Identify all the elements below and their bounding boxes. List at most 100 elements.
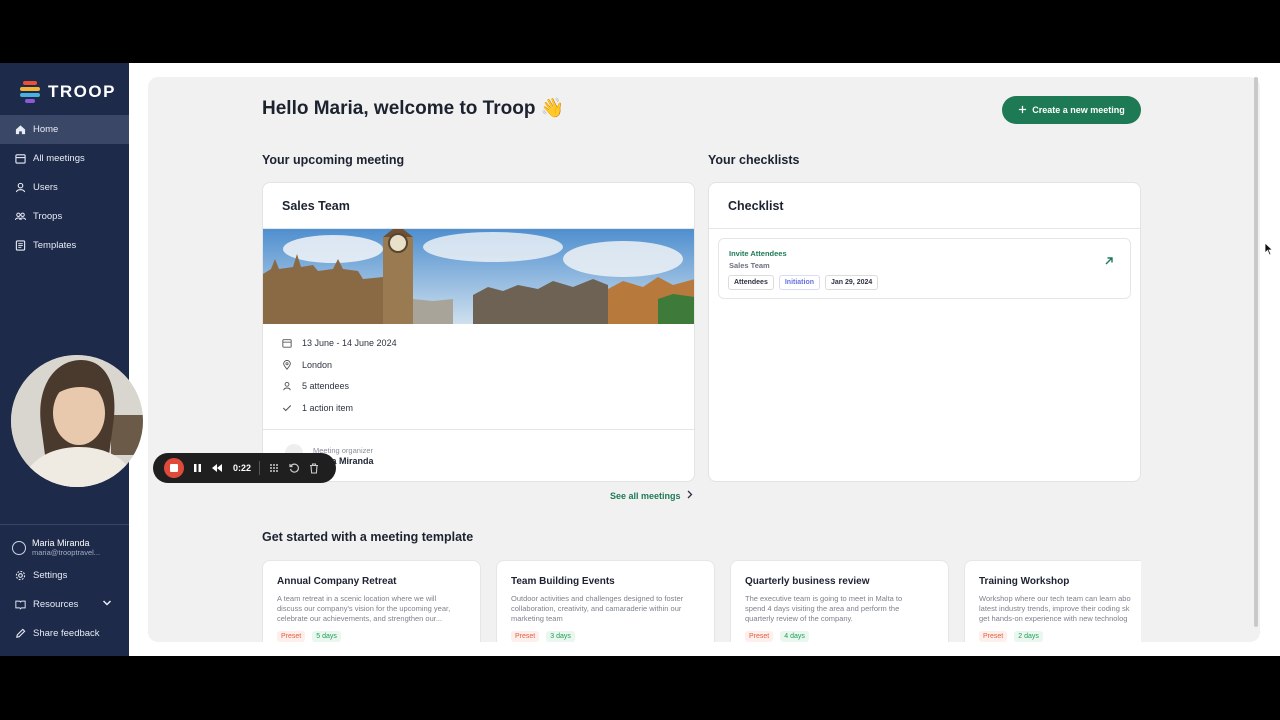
- meeting-action-items-text: 1 action item: [302, 403, 354, 413]
- gear-icon: [15, 570, 26, 581]
- sidebar-item-label: Users: [33, 182, 58, 193]
- template-description: A team retreat in a scenic location wher…: [277, 594, 473, 624]
- user-name: Maria Miranda: [32, 538, 90, 548]
- app-window: TROOP Home All meetings Users Troops Tem…: [0, 63, 1280, 656]
- sidebar-item-label: Troops: [33, 211, 63, 222]
- duration-badge: 2 days: [1014, 631, 1043, 642]
- book-icon: [15, 599, 26, 610]
- preset-badge: Preset: [511, 631, 540, 642]
- pause-icon[interactable]: [187, 458, 207, 478]
- checklist-title: Checklist: [728, 199, 784, 213]
- upcoming-section-title: Your upcoming meeting: [262, 153, 405, 167]
- template-description-line: get hands-on experience with new technol…: [979, 614, 1128, 623]
- sidebar-item-label: Home: [33, 124, 59, 135]
- template-description-line: quarterly review of the company.: [745, 614, 853, 623]
- template-tags: Preset 4 days: [745, 631, 809, 642]
- sidebar-item-settings[interactable]: Settings: [0, 561, 129, 590]
- sidebar-footer: Maria Miranda maria@trooptravel... Setti…: [0, 524, 129, 648]
- see-all-meetings-link[interactable]: See all meetings: [610, 490, 693, 501]
- meeting-title: Sales Team: [282, 199, 350, 213]
- template-description-line: spend 4 days visiting the area and perfo…: [745, 604, 900, 613]
- webcam-bubble[interactable]: [11, 355, 143, 487]
- check-icon: [282, 403, 292, 413]
- checklist-item[interactable]: Invite Attendees Sales Team Attendees In…: [718, 238, 1131, 299]
- template-description-line: A team retreat in a scenic location wher…: [277, 594, 437, 603]
- grid-icon[interactable]: [264, 458, 284, 478]
- meeting-cover-image: [263, 229, 694, 324]
- sidebar-item-share-feedback[interactable]: Share feedback: [0, 619, 129, 648]
- calendar-icon: [282, 338, 292, 348]
- template-description-line: celebrate our achievements, and strength…: [277, 614, 443, 623]
- tag-initiation: Initiation: [778, 275, 821, 290]
- avatar: [12, 540, 26, 555]
- template-description-line: latest industry trends, improve their co…: [979, 604, 1130, 613]
- template-description-line: Outdoor activities and challenges design…: [511, 594, 684, 603]
- restart-icon[interactable]: [284, 458, 304, 478]
- meeting-action-items: 1 action item: [282, 403, 353, 413]
- logo[interactable]: TROOP: [20, 81, 116, 103]
- checklist-card: Checklist Invite Attendees Sales Team At…: [708, 182, 1141, 482]
- sidebar-item-templates[interactable]: Templates: [0, 231, 129, 260]
- sidebar-item-users[interactable]: Users: [0, 173, 129, 202]
- template-card[interactable]: Training Workshop Workshop where our tec…: [964, 560, 1141, 642]
- create-meeting-label: Create a new meeting: [1032, 105, 1125, 115]
- meeting-location: London: [282, 360, 332, 370]
- divider: [259, 461, 261, 475]
- template-card[interactable]: Team Building Events Outdoor activities …: [496, 560, 715, 642]
- user-email: maria@trooptravel...: [32, 548, 101, 557]
- chevron-right-icon: [687, 490, 693, 501]
- tag-attendees: Attendees: [728, 275, 774, 290]
- template-title: Annual Company Retreat: [277, 576, 397, 587]
- template-description: The executive team is going to meet in M…: [745, 594, 941, 624]
- meeting-attendees-text: 5 attendees: [302, 381, 350, 391]
- template-description: Outdoor activities and challenges design…: [511, 594, 707, 624]
- template-title: Training Workshop: [979, 576, 1070, 587]
- template-description-line: marketing team: [511, 614, 563, 623]
- duration-badge: 3 days: [546, 631, 575, 642]
- template-tags: Preset 3 days: [511, 631, 575, 642]
- template-icon: [15, 240, 26, 251]
- templates-section-title: Get started with a meeting template: [262, 530, 474, 544]
- sidebar-item-label: Templates: [33, 240, 77, 251]
- meeting-dates: 13 June - 14 June 2024: [282, 338, 397, 348]
- rewind-icon[interactable]: [207, 458, 227, 478]
- template-title: Team Building Events: [511, 576, 615, 587]
- sidebar-item-troops[interactable]: Troops: [0, 202, 129, 231]
- sidebar-item-home[interactable]: Home: [0, 115, 129, 144]
- create-meeting-button[interactable]: Create a new meeting: [1002, 96, 1141, 124]
- meeting-location-text: London: [302, 360, 333, 370]
- meeting-attendees: 5 attendees: [282, 381, 349, 391]
- user-icon: [282, 381, 292, 391]
- template-card[interactable]: Quarterly business review The executive …: [730, 560, 949, 642]
- checklist-item-tags: Attendees Initiation Jan 29, 2024: [728, 275, 879, 290]
- preset-badge: Preset: [745, 631, 774, 642]
- template-tags: Preset 5 days: [277, 631, 341, 642]
- main-content: Hello Maria, welcome to Troop 👋 Create a…: [148, 77, 1260, 642]
- sidebar-item-label: Resources: [33, 599, 79, 610]
- meeting-dates-text: 13 June - 14 June 2024: [302, 338, 397, 348]
- sidebar-item-all-meetings[interactable]: All meetings: [0, 144, 129, 173]
- main-scrollbar[interactable]: [1254, 77, 1258, 627]
- duration-badge: 4 days: [780, 631, 809, 642]
- tag-date: Jan 29, 2024: [825, 275, 879, 290]
- stop-recording-button[interactable]: [164, 458, 184, 478]
- sidebar-item-label: All meetings: [33, 153, 85, 164]
- preset-badge: Preset: [277, 631, 306, 642]
- template-card[interactable]: Annual Company Retreat A team retreat in…: [262, 560, 481, 642]
- template-description: Workshop where our tech team can learn a…: [979, 594, 1141, 624]
- upcoming-meeting-card[interactable]: Sales Team 13 June - 14 June 2024 London…: [262, 182, 695, 482]
- trash-icon[interactable]: [304, 458, 324, 478]
- checklist-item-title: Invite Attendees: [729, 249, 787, 258]
- sidebar-item-resources[interactable]: Resources: [0, 590, 129, 619]
- open-arrow-icon[interactable]: [1104, 253, 1114, 271]
- checklist-item-subtitle: Sales Team: [729, 261, 770, 270]
- template-description-line: discuss our company's vision for the upc…: [277, 604, 451, 613]
- duration-badge: 5 days: [312, 631, 341, 642]
- divider: [709, 228, 1140, 229]
- preset-badge: Preset: [979, 631, 1008, 642]
- page-title: Hello Maria, welcome to Troop 👋: [262, 98, 565, 119]
- brand-name: TROOP: [48, 82, 116, 101]
- user-profile[interactable]: Maria Miranda maria@trooptravel...: [0, 525, 129, 561]
- webcam-person-image: [11, 355, 143, 487]
- template-tags: Preset 2 days: [979, 631, 1043, 642]
